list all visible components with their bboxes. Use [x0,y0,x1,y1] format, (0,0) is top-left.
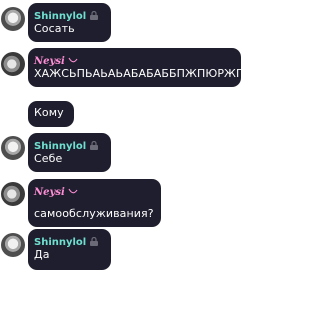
hook-icon [68,57,78,63]
avatar[interactable] [1,182,25,206]
author-name[interactable]: Neysi [34,187,65,198]
message-text: Кому [34,106,64,119]
hook-icon [68,188,78,194]
avatar[interactable] [1,52,25,76]
message-bubble[interactable]: Shinnylol Да [28,229,111,270]
message-text: Себе [34,152,63,165]
message-bubble[interactable]: Кому [28,101,74,127]
message-text: Да [34,248,50,261]
lock-icon [90,11,99,20]
message-bubble[interactable]: Shinnylol Сосать [28,3,111,42]
message-text: самообслуживания? [34,207,154,220]
lock-icon [90,141,99,150]
message-bubble[interactable]: Neysi самообслуживания? [28,179,161,227]
lock-icon [90,237,99,246]
message-text: ХАЖСЬПЬАЬАЬАБАБАББПЖПЮРЖП [34,67,245,80]
message-bubble[interactable]: Shinnylol Себе [28,133,111,172]
message-text: Сосать [34,22,75,35]
avatar[interactable] [1,136,25,160]
avatar[interactable] [1,233,25,257]
message-bubble[interactable]: Neysi ХАЖСЬПЬАЬАЬАБАБАББПЖПЮРЖП [28,48,245,87]
avatar[interactable] [1,7,25,31]
